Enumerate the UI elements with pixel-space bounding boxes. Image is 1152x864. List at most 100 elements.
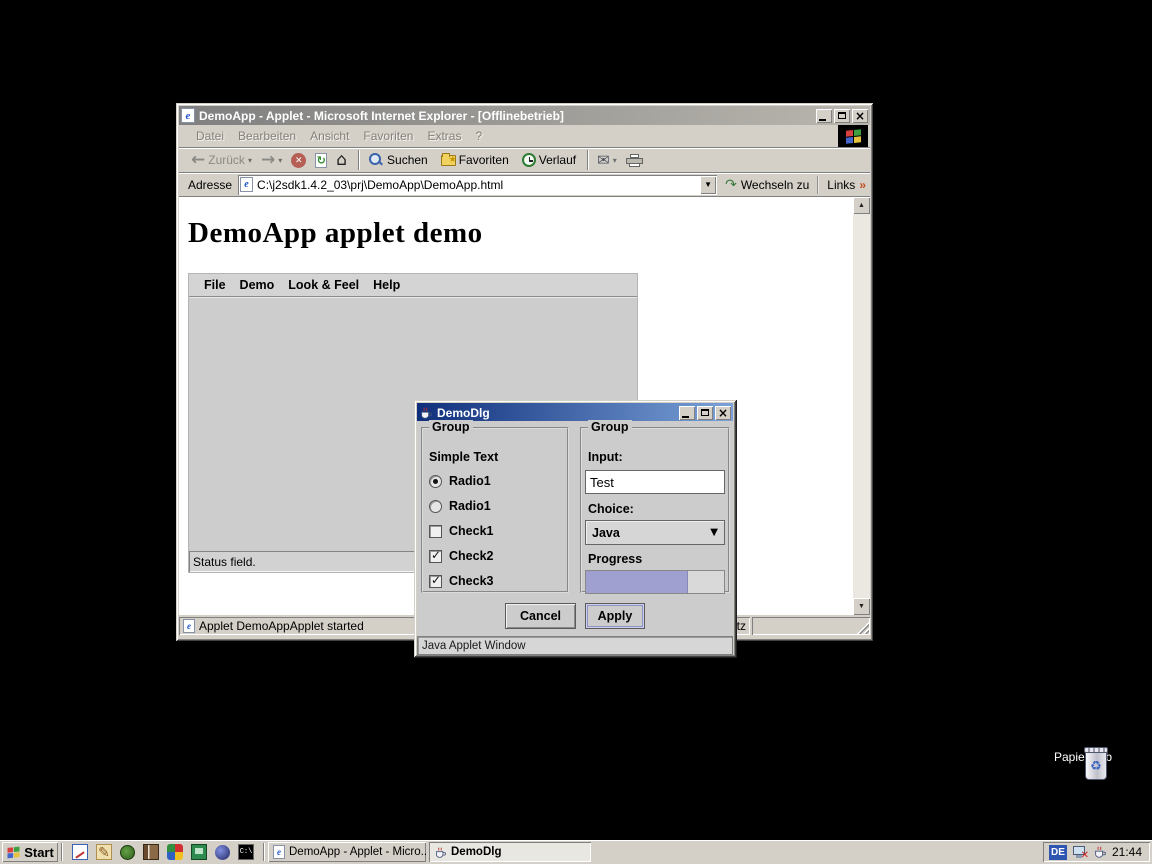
signature-icon[interactable]: ✎ [96, 844, 112, 860]
menu-datei[interactable]: Datei [196, 129, 224, 143]
page-heading: DemoApp applet demo [188, 217, 870, 250]
java-applet-warning-bar: Java Applet Window [417, 636, 733, 655]
resize-grip[interactable] [752, 617, 870, 635]
taskbar-clock[interactable]: 21:44 [1112, 845, 1142, 859]
ie-window-icon: e [181, 108, 195, 123]
apply-button[interactable]: Apply [585, 603, 645, 629]
radio-option-1[interactable]: Radio1 [429, 473, 491, 489]
menu-favoriten[interactable]: Favoriten [363, 129, 413, 143]
vertical-scrollbar[interactable]: ▲ ▼ [853, 197, 870, 615]
ie-titlebar[interactable]: e DemoApp - Applet - Microsoft Internet … [179, 106, 870, 125]
input-field[interactable] [585, 470, 725, 494]
applet-menu-lookfeel[interactable]: Look & Feel [281, 278, 366, 292]
menu-ansicht[interactable]: Ansicht [310, 129, 349, 143]
radio-icon[interactable] [429, 475, 442, 488]
close-button[interactable]: × [852, 109, 868, 123]
back-button[interactable]: ← Zurück ▾ [191, 152, 252, 168]
checkbox-check1[interactable]: Check1 [429, 523, 493, 539]
java-cup-icon [434, 846, 447, 859]
home-button[interactable]: ⌂ [336, 152, 347, 168]
choice-combobox[interactable]: Java ▼ [585, 520, 725, 545]
task-button-demoapp[interactable]: e DemoApp - Applet - Micro... [268, 842, 426, 862]
mail-icon: ✉ [597, 151, 610, 169]
progress-label: Progress [588, 551, 642, 567]
applet-menu-demo[interactable]: Demo [233, 278, 282, 292]
book-icon[interactable] [143, 844, 159, 860]
ie-toolbar: ← Zurück ▾ → ▾ ✕ ↻ ⌂ Suchen ★ Favoriten [179, 147, 870, 172]
maximize-button[interactable] [834, 109, 850, 123]
radio-icon[interactable] [429, 500, 442, 513]
cancel-button[interactable]: Cancel [505, 603, 576, 629]
applet-menu-help[interactable]: Help [366, 278, 407, 292]
stop-button[interactable]: ✕ [291, 153, 306, 168]
task-button-demodlg[interactable]: DemoDlg [429, 842, 591, 862]
minimize-icon [682, 416, 689, 418]
progress-fill [586, 571, 688, 593]
recycle-bin-desktop-icon[interactable]: ♻ Papierkorb [1047, 747, 1119, 764]
back-dropdown-icon[interactable]: ▾ [248, 156, 252, 165]
menu-hilfe[interactable]: ? [475, 129, 482, 143]
mail-dropdown-icon[interactable]: ▾ [613, 156, 617, 165]
maximize-button[interactable] [697, 406, 713, 420]
group-box-left: Group Simple Text Radio1 Radio1 Check1 C… [421, 427, 569, 593]
history-button[interactable]: Verlauf [522, 153, 576, 167]
forward-button[interactable]: → ▾ [261, 152, 282, 168]
checkbox-icon[interactable] [429, 525, 442, 538]
links-bar[interactable]: Links » [817, 176, 866, 194]
favorites-button[interactable]: ★ Favoriten [441, 153, 509, 167]
offline-status-icon[interactable]: ✕ [1072, 845, 1088, 860]
choice-label: Choice: [588, 501, 634, 517]
checkbox-icon[interactable] [429, 575, 442, 588]
demodlg-body: Group Simple Text Radio1 Radio1 Check1 C… [417, 421, 733, 654]
menu-bearbeiten[interactable]: Bearbeiten [238, 129, 296, 143]
command-prompt-icon[interactable]: C:\ [238, 844, 254, 860]
forward-arrow-icon: → [261, 152, 275, 168]
scroll-down-button[interactable]: ▼ [853, 598, 870, 615]
refresh-button[interactable]: ↻ [315, 153, 327, 168]
ribbon-icon[interactable] [167, 844, 183, 860]
search-button[interactable]: Suchen [368, 152, 428, 168]
print-button[interactable] [626, 154, 643, 167]
demodlg-title: DemoDlg [437, 406, 677, 420]
menu-extras[interactable]: Extras [427, 129, 461, 143]
refresh-icon: ↻ [315, 153, 327, 168]
address-dropdown-button[interactable]: ▼ [700, 176, 716, 194]
globe-icon[interactable] [215, 845, 230, 860]
simple-text-label: Simple Text [429, 449, 498, 465]
ie-menubar: Datei Bearbeiten Ansicht Favoriten Extra… [179, 125, 870, 147]
applet-menu-file[interactable]: File [197, 278, 233, 292]
address-input[interactable]: e C:\j2sdk1.4.2_03\prj\DemoApp\DemoApp.h… [238, 175, 717, 195]
demodlg-window: DemoDlg × Group Simple Text Radio1 Radio… [414, 400, 737, 658]
system-tray: DE ✕ 21:44 [1043, 842, 1150, 862]
chevron-down-icon[interactable]: ▼ [710, 527, 718, 538]
edit-note-icon[interactable] [72, 844, 88, 860]
history-icon [522, 153, 536, 167]
radio-option-2[interactable]: Radio1 [429, 498, 491, 514]
address-url[interactable]: C:\j2sdk1.4.2_03\prj\DemoApp\DemoApp.htm… [257, 178, 503, 192]
scroll-up-button[interactable]: ▲ [853, 197, 870, 214]
checkbox-check2[interactable]: Check2 [429, 548, 493, 564]
maximize-icon [701, 409, 709, 416]
group-label: Group [429, 420, 473, 434]
combobox-value: Java [592, 526, 620, 540]
checkbox-check3[interactable]: Check3 [429, 573, 493, 589]
start-button[interactable]: Start [2, 842, 58, 862]
mail-button[interactable]: ✉ ▾ [597, 151, 617, 169]
quick-launch-bar: ✎ C:\ [66, 844, 260, 860]
page-icon: e [240, 177, 253, 192]
forward-dropdown-icon[interactable]: ▾ [278, 156, 282, 165]
java-tray-icon[interactable] [1093, 845, 1107, 859]
maximize-icon [838, 112, 846, 119]
status-message: Applet DemoAppApplet started [199, 619, 364, 633]
close-button[interactable]: × [715, 406, 731, 420]
input-label: Input: [588, 449, 623, 465]
minimize-button[interactable] [679, 406, 695, 420]
toolbar-separator [587, 150, 589, 170]
checkbox-icon[interactable] [429, 550, 442, 563]
minimize-button[interactable] [816, 109, 832, 123]
netmeeting-icon[interactable] [191, 844, 207, 860]
bug-icon[interactable] [120, 845, 135, 860]
language-indicator[interactable]: DE [1049, 845, 1067, 860]
address-label: Adresse [188, 178, 232, 192]
go-button[interactable]: ↷ Wechseln zu [717, 177, 817, 193]
